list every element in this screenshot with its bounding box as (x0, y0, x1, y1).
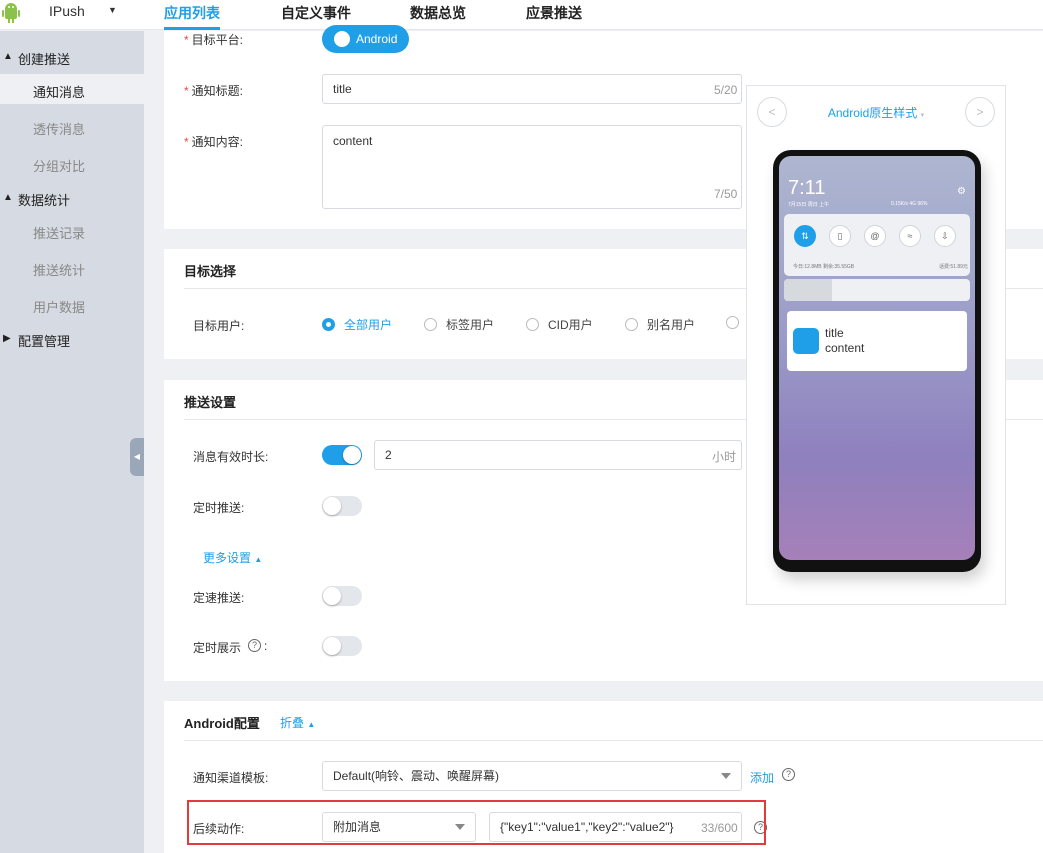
expand-arrow-icon[interactable]: ▶ (3, 333, 11, 344)
help-icon[interactable]: ? (782, 768, 795, 781)
scheduled-push-label: 定时推送: (193, 501, 245, 515)
timed-display-colon: : (264, 639, 268, 653)
ttl-label: 消息有效时长: (193, 450, 269, 464)
content-label: * 通知内容: (184, 135, 244, 149)
ttl-toggle[interactable] (322, 445, 362, 465)
android-platform-button[interactable]: Android (322, 25, 409, 53)
content-textarea[interactable]: content (322, 125, 742, 209)
collapse-arrow-icon[interactable]: ▲ (3, 51, 13, 62)
sidebar-group-create-push[interactable]: 创建推送 (18, 49, 70, 68)
more-settings-link[interactable]: 更多设置 ▲ (203, 549, 262, 566)
channel-template-select[interactable]: Default(响铃、震动、唤醒屏幕) (322, 761, 742, 791)
rate-push-label: 定速推送: (193, 591, 245, 605)
caret-up-icon: ▲ (254, 555, 263, 564)
target-section-title: 目标选择 (184, 264, 237, 279)
content-counter: 7/50 (714, 187, 738, 201)
chevron-down-icon: ▾ (920, 112, 925, 119)
at-icon: @ (864, 225, 886, 247)
collapse-arrow-icon[interactable]: ▲ (3, 192, 13, 203)
brightness-slider (784, 279, 970, 301)
add-channel-link[interactable]: 添加 (750, 769, 774, 786)
app-switcher-caret-icon[interactable]: ▼ (108, 5, 117, 15)
data-usage-text: 今日:12.8MB 剩余:35.55GB (793, 264, 855, 270)
target-users-label: 目标用户: (193, 319, 245, 333)
sidebar-group-stats[interactable]: 数据统计 (18, 190, 70, 209)
ttl-input[interactable]: 2 (374, 440, 742, 470)
nav-data-overview[interactable]: 数据总览 (410, 3, 466, 23)
timed-display-label: 定时展示 (193, 641, 242, 655)
sidebar-item-notification[interactable]: 通知消息 (33, 82, 85, 101)
nav-scene-push[interactable]: 应景推送 (526, 3, 582, 23)
sidebar-item-user-data[interactable]: 用户数据 (33, 297, 85, 316)
help-icon[interactable]: ? (248, 639, 261, 652)
timed-display-toggle[interactable] (322, 636, 362, 656)
phone-screen: 7:11 7月15日 周日 上午 0.15K/s 4G 96% ⚙ ⇅ ▯ @ … (779, 156, 975, 560)
nav-active-indicator (164, 27, 220, 30)
settings-gear-icon: ⚙ (957, 186, 966, 197)
chevron-down-icon (721, 773, 731, 779)
wifi-icon: ≈ (899, 225, 921, 247)
nav-app-list[interactable]: 应用列表 (164, 3, 220, 23)
phone-status: 0.15K/s 4G 96% (891, 201, 928, 207)
radio-tag-users[interactable]: 标签用户 (424, 316, 494, 333)
notification-card: title content (787, 311, 967, 371)
notification-content: content (825, 341, 865, 355)
preview-panel: < Android原生样式 ▾ > 7:11 7月15日 周日 上午 0.15K… (746, 85, 1006, 605)
balance-text: 话费:51.89元 (939, 264, 968, 270)
android-logo-icon (2, 3, 20, 23)
nav-custom-events[interactable]: 自定义事件 (281, 3, 351, 23)
radio-cid-users[interactable]: CID用户 (526, 316, 593, 333)
sidebar: ▲ 创建推送 通知消息 透传消息 分组对比 ▲ 数据统计 推送记录 推送统计 用… (0, 31, 144, 853)
highlight-box (187, 800, 766, 845)
phone-date: 7月15日 周日 上午 (788, 202, 830, 208)
caret-up-icon: ▲ (307, 720, 316, 729)
radio-alias-users[interactable]: 别名用户 (625, 316, 695, 333)
push-settings-title: 推送设置 (184, 395, 237, 410)
radio-more-users[interactable] (726, 316, 748, 330)
title-label: * 通知标题: (184, 84, 244, 98)
phone-clock: 7:11 (788, 177, 826, 199)
top-nav: IPush ▼ 应用列表 自定义事件 数据总览 应景推送 (0, 0, 1043, 30)
platform-label: * 目标平台: (184, 33, 244, 47)
title-input[interactable]: title (322, 74, 742, 104)
battery-icon: ▯ (829, 225, 851, 247)
android-app-icon (793, 328, 819, 354)
title-counter: 5/20 (714, 83, 738, 97)
collapse-link[interactable]: 折叠 ▲ (280, 714, 315, 731)
channel-template-label: 通知渠道模板: (193, 771, 269, 785)
sidebar-item-push-stats[interactable]: 推送统计 (33, 260, 85, 279)
android-icon (334, 31, 350, 47)
sidebar-item-push-records[interactable]: 推送记录 (33, 223, 85, 242)
sidebar-group-config[interactable]: 配置管理 (18, 331, 70, 350)
app-switcher[interactable]: IPush (49, 3, 85, 19)
notification-title: title (825, 326, 844, 340)
phone-mockup: 7:11 7月15日 周日 上午 0.15K/s 4G 96% ⚙ ⇅ ▯ @ … (773, 150, 981, 572)
data-toggle-icon: ⇅ (794, 225, 816, 247)
chevron-right-icon[interactable]: > (965, 97, 995, 127)
sidebar-item-passthrough[interactable]: 透传消息 (33, 119, 85, 138)
sidebar-collapse-handle[interactable]: ◀ (130, 438, 144, 476)
sidebar-item-ab-test[interactable]: 分组对比 (33, 156, 85, 175)
ttl-unit: 小时 (712, 450, 737, 464)
rate-push-toggle[interactable] (322, 586, 362, 606)
android-config-title: Android配置 (184, 716, 260, 731)
flashlight-icon: ⇩ (934, 225, 956, 247)
scheduled-push-toggle[interactable] (322, 496, 362, 516)
divider (184, 740, 1043, 741)
radio-all-users[interactable]: 全部用户 (322, 316, 392, 333)
